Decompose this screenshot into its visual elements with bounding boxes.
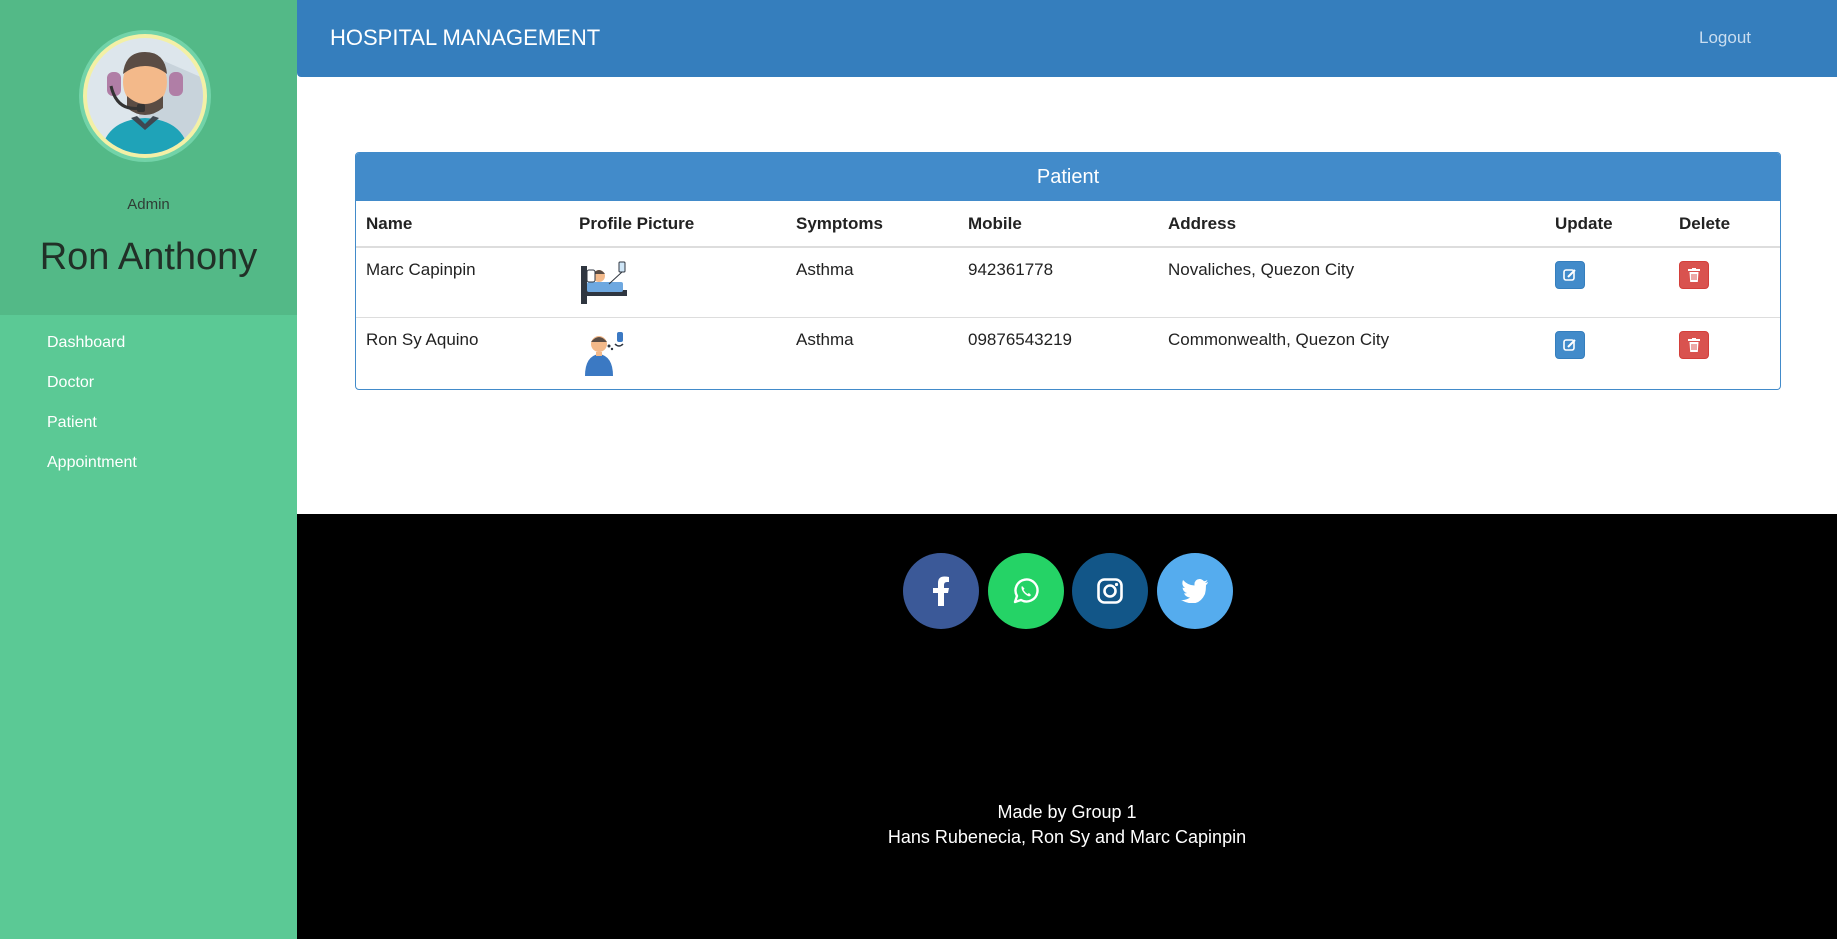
update-button[interactable] (1555, 330, 1585, 359)
column-header-update: Update (1545, 201, 1669, 248)
table-row: Ron Sy Aquino Asthma 09876543219 Commonw… (356, 317, 1780, 387)
admin-avatar (83, 34, 207, 158)
cell-symptoms: Asthma (796, 329, 854, 349)
delete-button[interactable] (1679, 330, 1709, 359)
whatsapp-button[interactable] (988, 553, 1064, 629)
cell-delete (1669, 247, 1780, 318)
patient-table: Name Profile Picture Symptoms Mobile Add… (356, 201, 1780, 387)
twitter-icon (1181, 579, 1208, 603)
sidebar-profile: Admin Ron Anthony (0, 0, 297, 315)
trash-icon (1688, 337, 1700, 352)
cell-update (1545, 317, 1669, 387)
delete-button[interactable] (1679, 261, 1709, 289)
edit-icon (1563, 338, 1576, 351)
cell-address: Novaliches, Quezon City (1158, 247, 1545, 318)
cell-profile-picture (569, 317, 786, 387)
cell-mobile: 09876543219 (968, 329, 1073, 349)
sidebar: Admin Ron Anthony Dashboard Doctor Patie… (0, 0, 297, 939)
edit-icon (1563, 269, 1576, 281)
cell-profile-picture (569, 247, 786, 318)
column-header-profile-picture: Profile Picture (569, 201, 786, 248)
cell-symptoms: Asthma (786, 247, 958, 318)
patient-panel: Patient Name Profile Picture Symptoms Mo… (355, 152, 1781, 390)
table-header-row: Name Profile Picture Symptoms Mobile Add… (356, 201, 1780, 248)
cell-address: Commonwealth, Quezon City (1168, 329, 1390, 349)
column-header-name: Name (356, 201, 569, 248)
user-name: Ron Anthony (39, 236, 258, 278)
cell-delete (1669, 317, 1780, 387)
column-header-mobile: Mobile (958, 201, 1158, 248)
sidebar-item-doctor[interactable]: Doctor (0, 370, 297, 410)
top-navbar: HOSPITAL MANAGEMENT Logout (297, 0, 1837, 77)
twitter-button[interactable] (1157, 553, 1233, 629)
footer-credit-authors: Hans Rubenecia, Ron Sy and Marc Capinpin (887, 827, 1247, 847)
instagram-icon (1097, 578, 1123, 604)
update-button[interactable] (1555, 261, 1585, 289)
sidebar-item-patient[interactable]: Patient (0, 410, 297, 450)
patient-coughing-icon (585, 331, 624, 376)
cell-name: Ron Sy Aquino (366, 329, 479, 349)
sidebar-item-dashboard[interactable]: Dashboard (0, 330, 297, 370)
panel-title: Patient (356, 153, 1780, 201)
column-header-delete: Delete (1669, 201, 1780, 248)
column-header-symptoms: Symptoms (786, 201, 958, 248)
whatsapp-icon (1013, 578, 1039, 604)
column-header-address: Address (1158, 201, 1545, 248)
patient-in-bed-icon (581, 261, 627, 304)
logout-link[interactable]: Logout (1699, 28, 1751, 48)
sidebar-nav: Dashboard Doctor Patient Appointment (0, 330, 297, 490)
facebook-icon (933, 576, 949, 606)
footer: Made by Group 1 Hans Rubenecia, Ron Sy a… (297, 514, 1837, 939)
cell-name: Marc Capinpin (356, 247, 569, 318)
instagram-button[interactable] (1072, 553, 1148, 629)
user-role: Admin (127, 196, 170, 213)
trash-icon (1688, 268, 1700, 282)
app-title[interactable]: HOSPITAL MANAGEMENT (330, 25, 600, 51)
sidebar-item-appointment[interactable]: Appointment (0, 450, 297, 490)
cell-mobile: 942361778 (958, 247, 1158, 318)
footer-credit-title: Made by Group 1 (997, 802, 1137, 822)
table-row: Marc Capinpin Asthma 942361778 Novaliche… (356, 247, 1780, 318)
cell-update (1545, 247, 1669, 318)
facebook-button[interactable] (903, 553, 979, 629)
